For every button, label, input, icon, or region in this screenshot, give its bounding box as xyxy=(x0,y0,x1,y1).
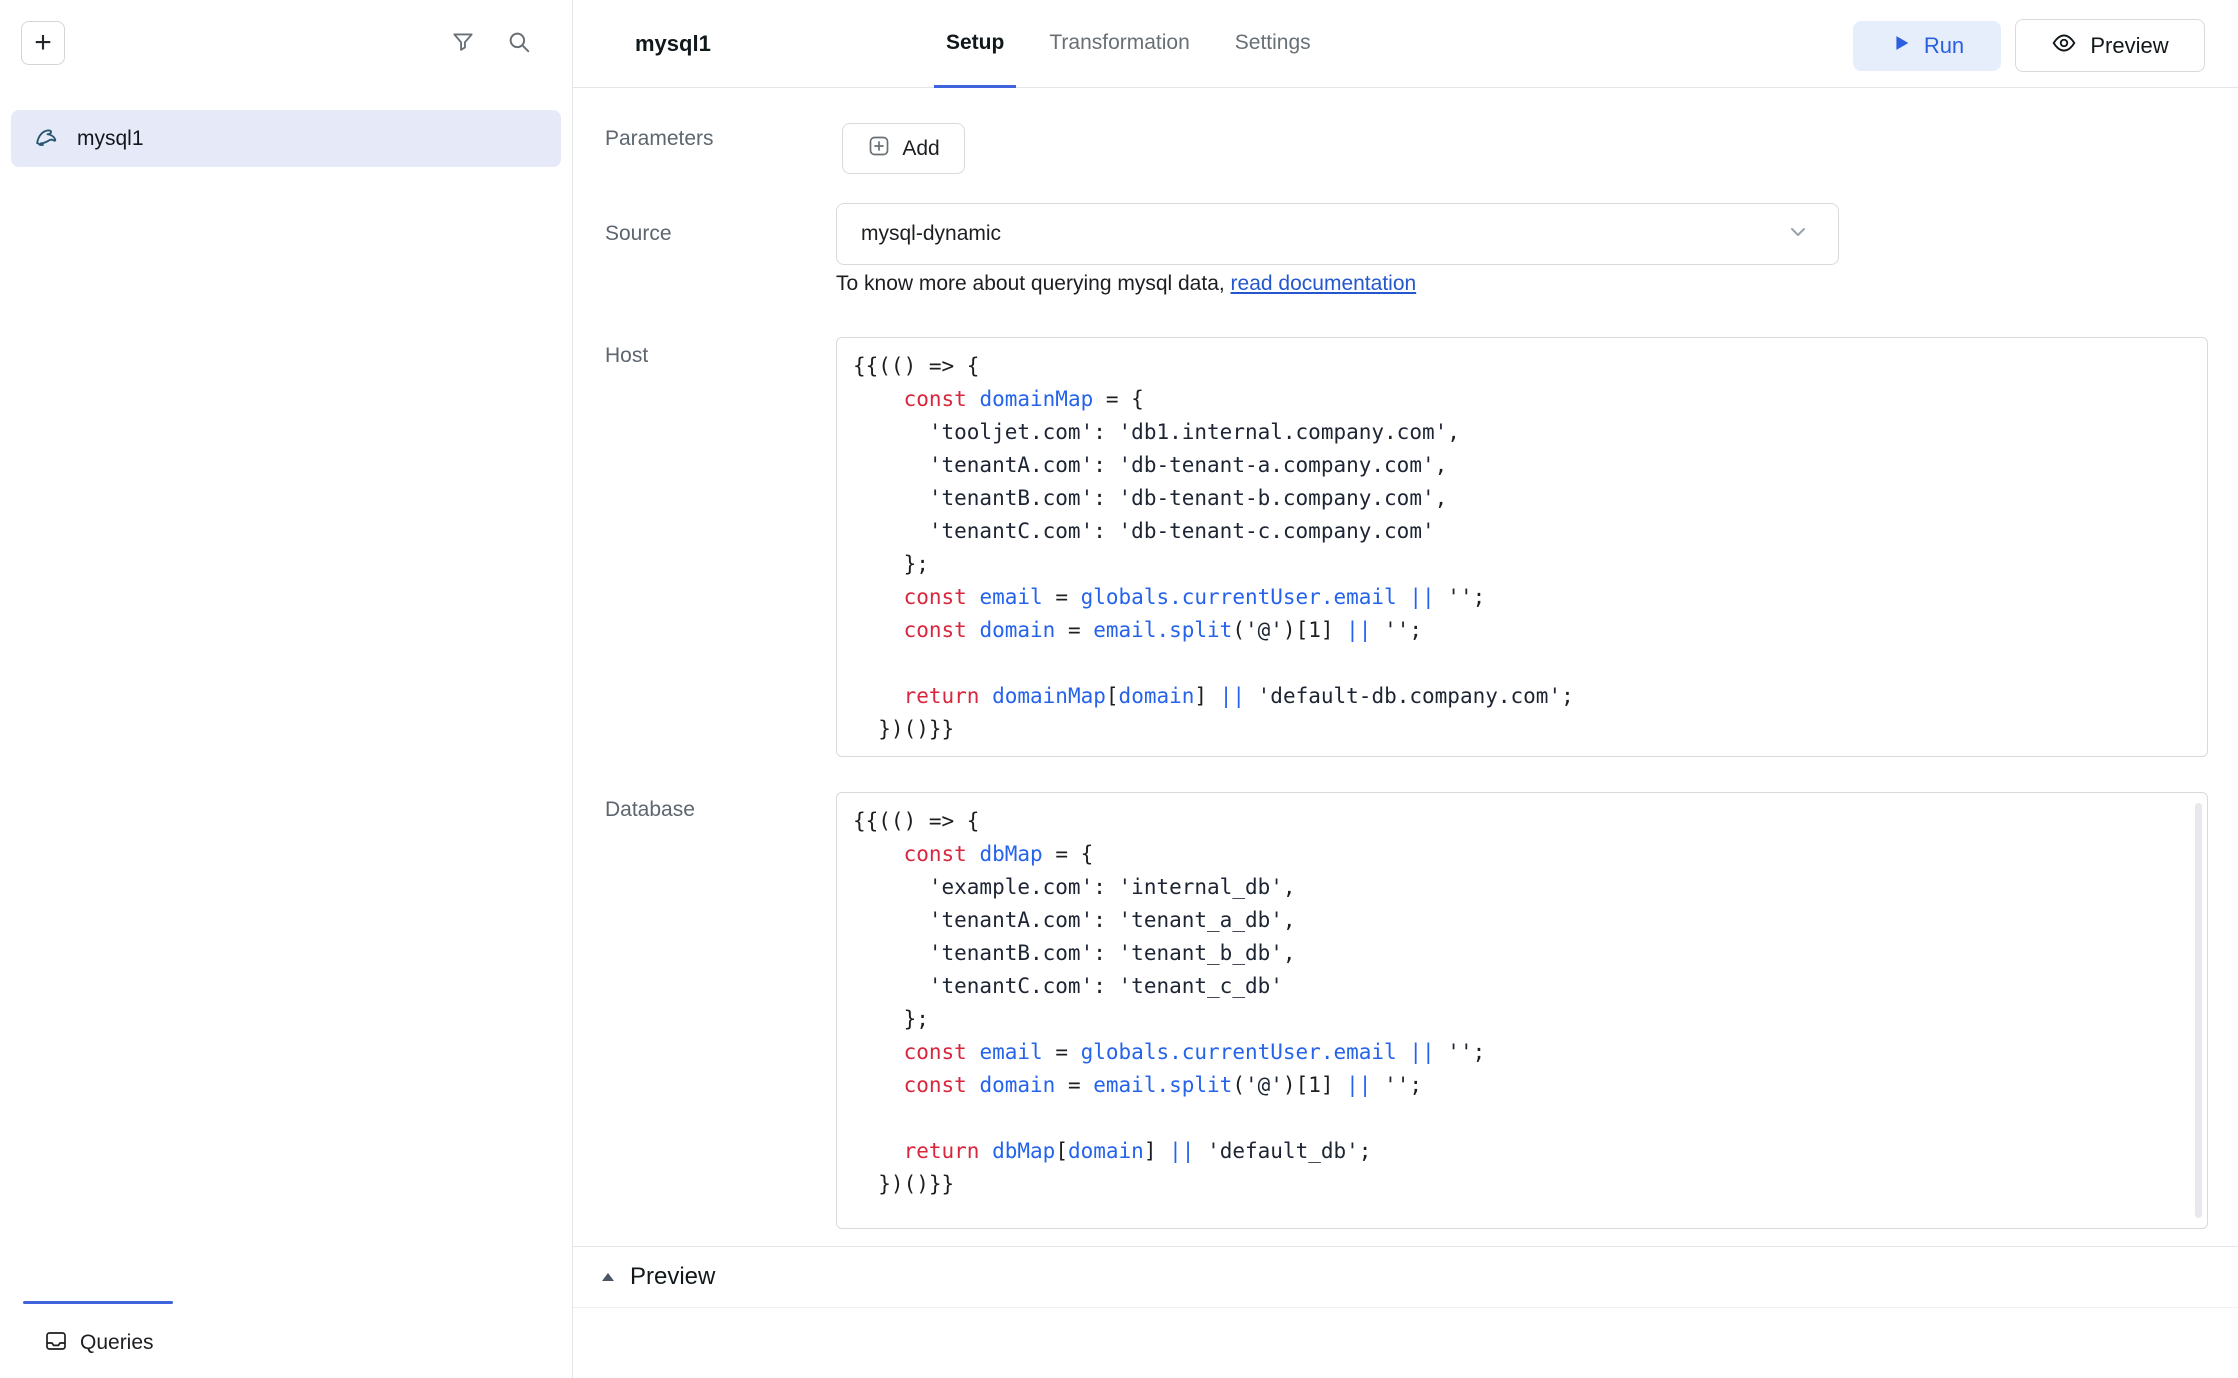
code-line: const email = globals.currentUser.email … xyxy=(853,1036,2191,1069)
code-line xyxy=(853,1102,2191,1135)
add-parameter-button[interactable]: Add xyxy=(842,123,965,174)
code-line: 'tenantC.com': 'db-tenant-c.company.com' xyxy=(853,515,2191,548)
code-line: })()}} xyxy=(853,1168,2191,1201)
code-line: const domainMap = { xyxy=(853,383,2191,416)
code-line xyxy=(853,647,2191,680)
code-line: }; xyxy=(853,1003,2191,1036)
code-line: const email = globals.currentUser.email … xyxy=(853,581,2191,614)
queries-panel-tab[interactable]: Queries xyxy=(44,1326,154,1360)
play-icon xyxy=(1890,32,1912,60)
code-line: const dbMap = { xyxy=(853,838,2191,871)
add-parameter-label: Add xyxy=(902,137,939,161)
queries-icon xyxy=(44,1329,68,1358)
chevron-down-icon xyxy=(1786,220,1810,249)
query-list-item-mysql1[interactable]: mysql1 xyxy=(11,110,561,167)
code-line: 'tenantB.com': 'tenant_b_db', xyxy=(853,937,2191,970)
filter-icon[interactable] xyxy=(450,29,476,55)
code-line: {{(() => { xyxy=(853,805,2191,838)
code-line: return domainMap[domain] || 'default-db.… xyxy=(853,680,2191,713)
add-query-button[interactable]: + xyxy=(21,21,65,65)
preview-button[interactable]: Preview xyxy=(2015,19,2205,72)
preview-panel-header: Preview xyxy=(573,1246,2238,1308)
parameters-label: Parameters xyxy=(605,127,714,151)
preview-panel-label: Preview xyxy=(630,1263,715,1291)
code-editor-scrollbar[interactable] xyxy=(2195,803,2202,1218)
search-icon[interactable] xyxy=(506,29,532,55)
read-documentation-link[interactable]: read documentation xyxy=(1231,272,1417,295)
code-line: 'tenantB.com': 'db-tenant-b.company.com'… xyxy=(853,482,2191,515)
query-list-sidebar: + mysql1 Queries xyxy=(0,0,573,1378)
plus-square-icon xyxy=(867,134,891,164)
query-item-label: mysql1 xyxy=(77,127,144,151)
query-editor-main: mysql1 Setup Transformation Settings Run xyxy=(573,0,2238,1378)
database-label: Database xyxy=(605,798,695,822)
source-help-text: To know more about querying mysql data, … xyxy=(836,272,1416,296)
queries-tab-label: Queries xyxy=(80,1331,154,1355)
host-code-editor[interactable]: {{(() => { const domainMap = { 'tooljet.… xyxy=(836,337,2208,757)
sidebar-top-icons xyxy=(450,29,532,55)
queries-tab-active-indicator xyxy=(23,1301,173,1304)
header-actions: Run Preview xyxy=(1853,19,2205,72)
code-line: }; xyxy=(853,548,2191,581)
code-line: const domain = email.split('@')[1] || ''… xyxy=(853,614,2191,647)
collapse-caret-icon[interactable] xyxy=(600,1271,616,1283)
code-line: 'tenantA.com': 'db-tenant-a.company.com'… xyxy=(853,449,2191,482)
eye-icon xyxy=(2051,30,2077,62)
source-help-prefix: To know more about querying mysql data, xyxy=(836,272,1231,295)
run-button[interactable]: Run xyxy=(1853,21,2001,71)
tab-transformation[interactable]: Transformation xyxy=(1037,0,1201,88)
source-label: Source xyxy=(605,222,672,246)
code-line: 'tooljet.com': 'db1.internal.company.com… xyxy=(853,416,2191,449)
database-code-editor[interactable]: {{(() => { const dbMap = { 'example.com'… xyxy=(836,792,2208,1229)
query-title: mysql1 xyxy=(635,0,711,88)
mysql-icon xyxy=(33,122,61,155)
editor-tabs: Setup Transformation Settings xyxy=(934,0,1323,88)
code-line: 'tenantA.com': 'tenant_a_db', xyxy=(853,904,2191,937)
code-line: 'example.com': 'internal_db', xyxy=(853,871,2191,904)
source-select[interactable]: mysql-dynamic xyxy=(836,203,1839,265)
code-line: {{(() => { xyxy=(853,350,2191,383)
host-label: Host xyxy=(605,344,648,368)
run-button-label: Run xyxy=(1924,33,1964,59)
code-line: })()}} xyxy=(853,713,2191,746)
query-editor-header: mysql1 Setup Transformation Settings Run xyxy=(573,0,2238,88)
query-editor-app: + mysql1 Queries mysql1 xyxy=(0,0,2238,1378)
code-line: 'tenantC.com': 'tenant_c_db' xyxy=(853,970,2191,1003)
preview-button-label: Preview xyxy=(2090,33,2168,59)
tab-settings[interactable]: Settings xyxy=(1223,0,1323,88)
tab-setup[interactable]: Setup xyxy=(934,0,1016,88)
code-line: const domain = email.split('@')[1] || ''… xyxy=(853,1069,2191,1102)
code-line: return dbMap[domain] || 'default_db'; xyxy=(853,1135,2191,1168)
source-select-value: mysql-dynamic xyxy=(861,222,1786,246)
